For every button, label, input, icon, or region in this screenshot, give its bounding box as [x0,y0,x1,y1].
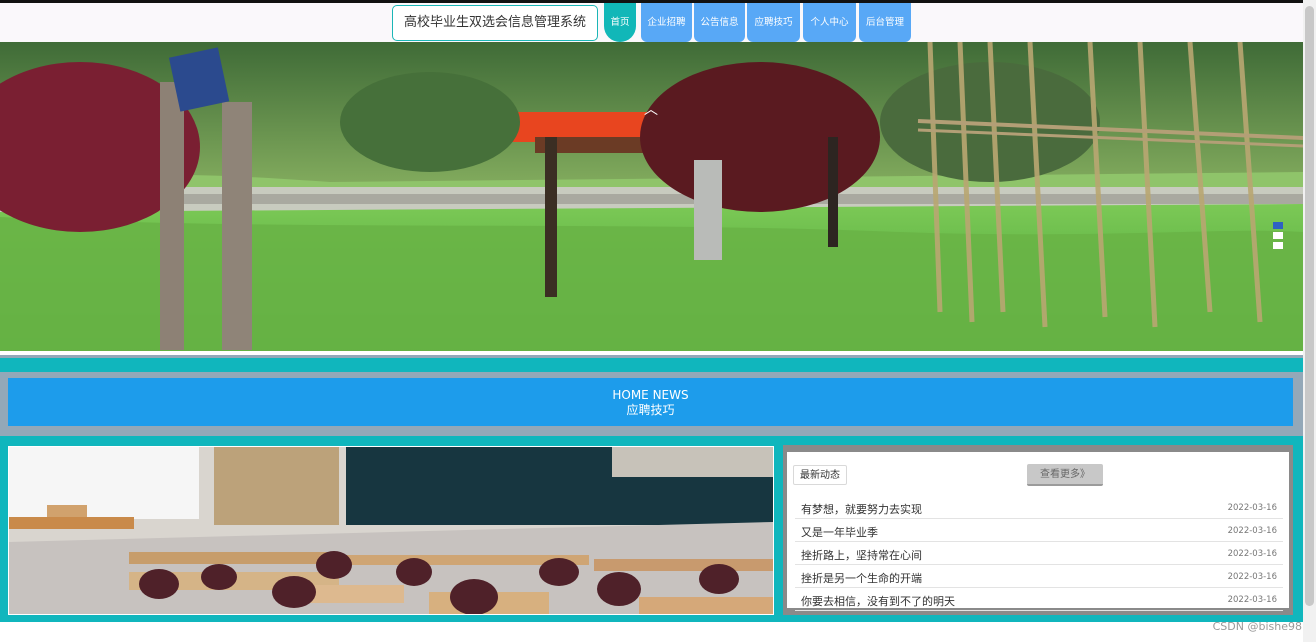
news-title[interactable]: 又是一年毕业季 [801,524,878,540]
news-list: 有梦想，就要努力去实现 2022-03-16 又是一年毕业季 2022-03-1… [795,496,1283,611]
chevron-up-icon[interactable]: ︿ [641,99,661,119]
campus-carousel-image: ︿ ﹀ [0,42,1303,351]
top-navigation: 高校毕业生双选会信息管理系统 首页 企业招聘 公告信息 应聘技巧 个人中心 后台… [0,0,1303,42]
carousel-dot[interactable] [1273,222,1283,229]
nav-admin[interactable]: 后台管理 [859,3,911,42]
campus-scene [0,42,1303,351]
nav-announcements[interactable]: 公告信息 [694,3,745,42]
home-news-banner: HOME NEWS 应聘技巧 [8,378,1293,426]
carousel-dots [1273,222,1285,252]
nav-company-recruitment[interactable]: 企业招聘 [641,3,692,42]
nav-interview-tips[interactable]: 应聘技巧 [747,3,800,42]
news-title[interactable]: 有梦想，就要努力去实现 [801,501,922,517]
nav-home[interactable]: 首页 [604,3,636,42]
carousel-dot[interactable] [1273,232,1283,239]
list-item[interactable]: 你要去相信，没有到不了的明天 2022-03-16 [795,588,1283,611]
home-news-title: HOME NEWS [612,388,689,402]
latest-news-tab[interactable]: 最新动态 [793,465,847,485]
list-item[interactable]: 又是一年毕业季 2022-03-16 [795,519,1283,542]
site-title[interactable]: 高校毕业生双选会信息管理系统 [392,5,598,41]
news-title[interactable]: 你要去相信，没有到不了的明天 [801,593,955,609]
vertical-scrollbar[interactable] [1303,0,1316,642]
featured-news-image[interactable] [8,446,774,615]
latest-news-panel: 最新动态 查看更多》 有梦想，就要努力去实现 2022-03-16 又是一年毕业… [783,445,1293,615]
news-date: 2022-03-16 [1227,572,1277,582]
scrollbar-thumb[interactable] [1305,6,1314,606]
list-item[interactable]: 挫折路上，坚持常在心间 2022-03-16 [795,542,1283,565]
section-divider [0,358,1303,372]
news-date: 2022-03-16 [1227,595,1277,605]
news-title[interactable]: 挫折是另一个生命的开端 [801,570,922,586]
news-date: 2022-03-16 [1227,549,1277,559]
latest-news-content: 最新动态 查看更多》 有梦想，就要努力去实现 2022-03-16 又是一年毕业… [787,452,1289,611]
nav-personal-center[interactable]: 个人中心 [803,3,856,42]
home-news-section: HOME NEWS 应聘技巧 [0,355,1303,436]
home-news-subtitle: 应聘技巧 [626,403,675,417]
news-title[interactable]: 挫折路上，坚持常在心间 [801,547,922,563]
view-more-button[interactable]: 查看更多》 [1027,464,1103,486]
classroom-picture [9,447,773,614]
watermark-label: CSDN @bishe98 [1212,620,1302,633]
carousel-dot[interactable] [1273,242,1283,249]
news-date: 2022-03-16 [1227,526,1277,536]
news-date: 2022-03-16 [1227,503,1277,513]
list-item[interactable]: 有梦想，就要努力去实现 2022-03-16 [795,496,1283,519]
list-item[interactable]: 挫折是另一个生命的开端 2022-03-16 [795,565,1283,588]
